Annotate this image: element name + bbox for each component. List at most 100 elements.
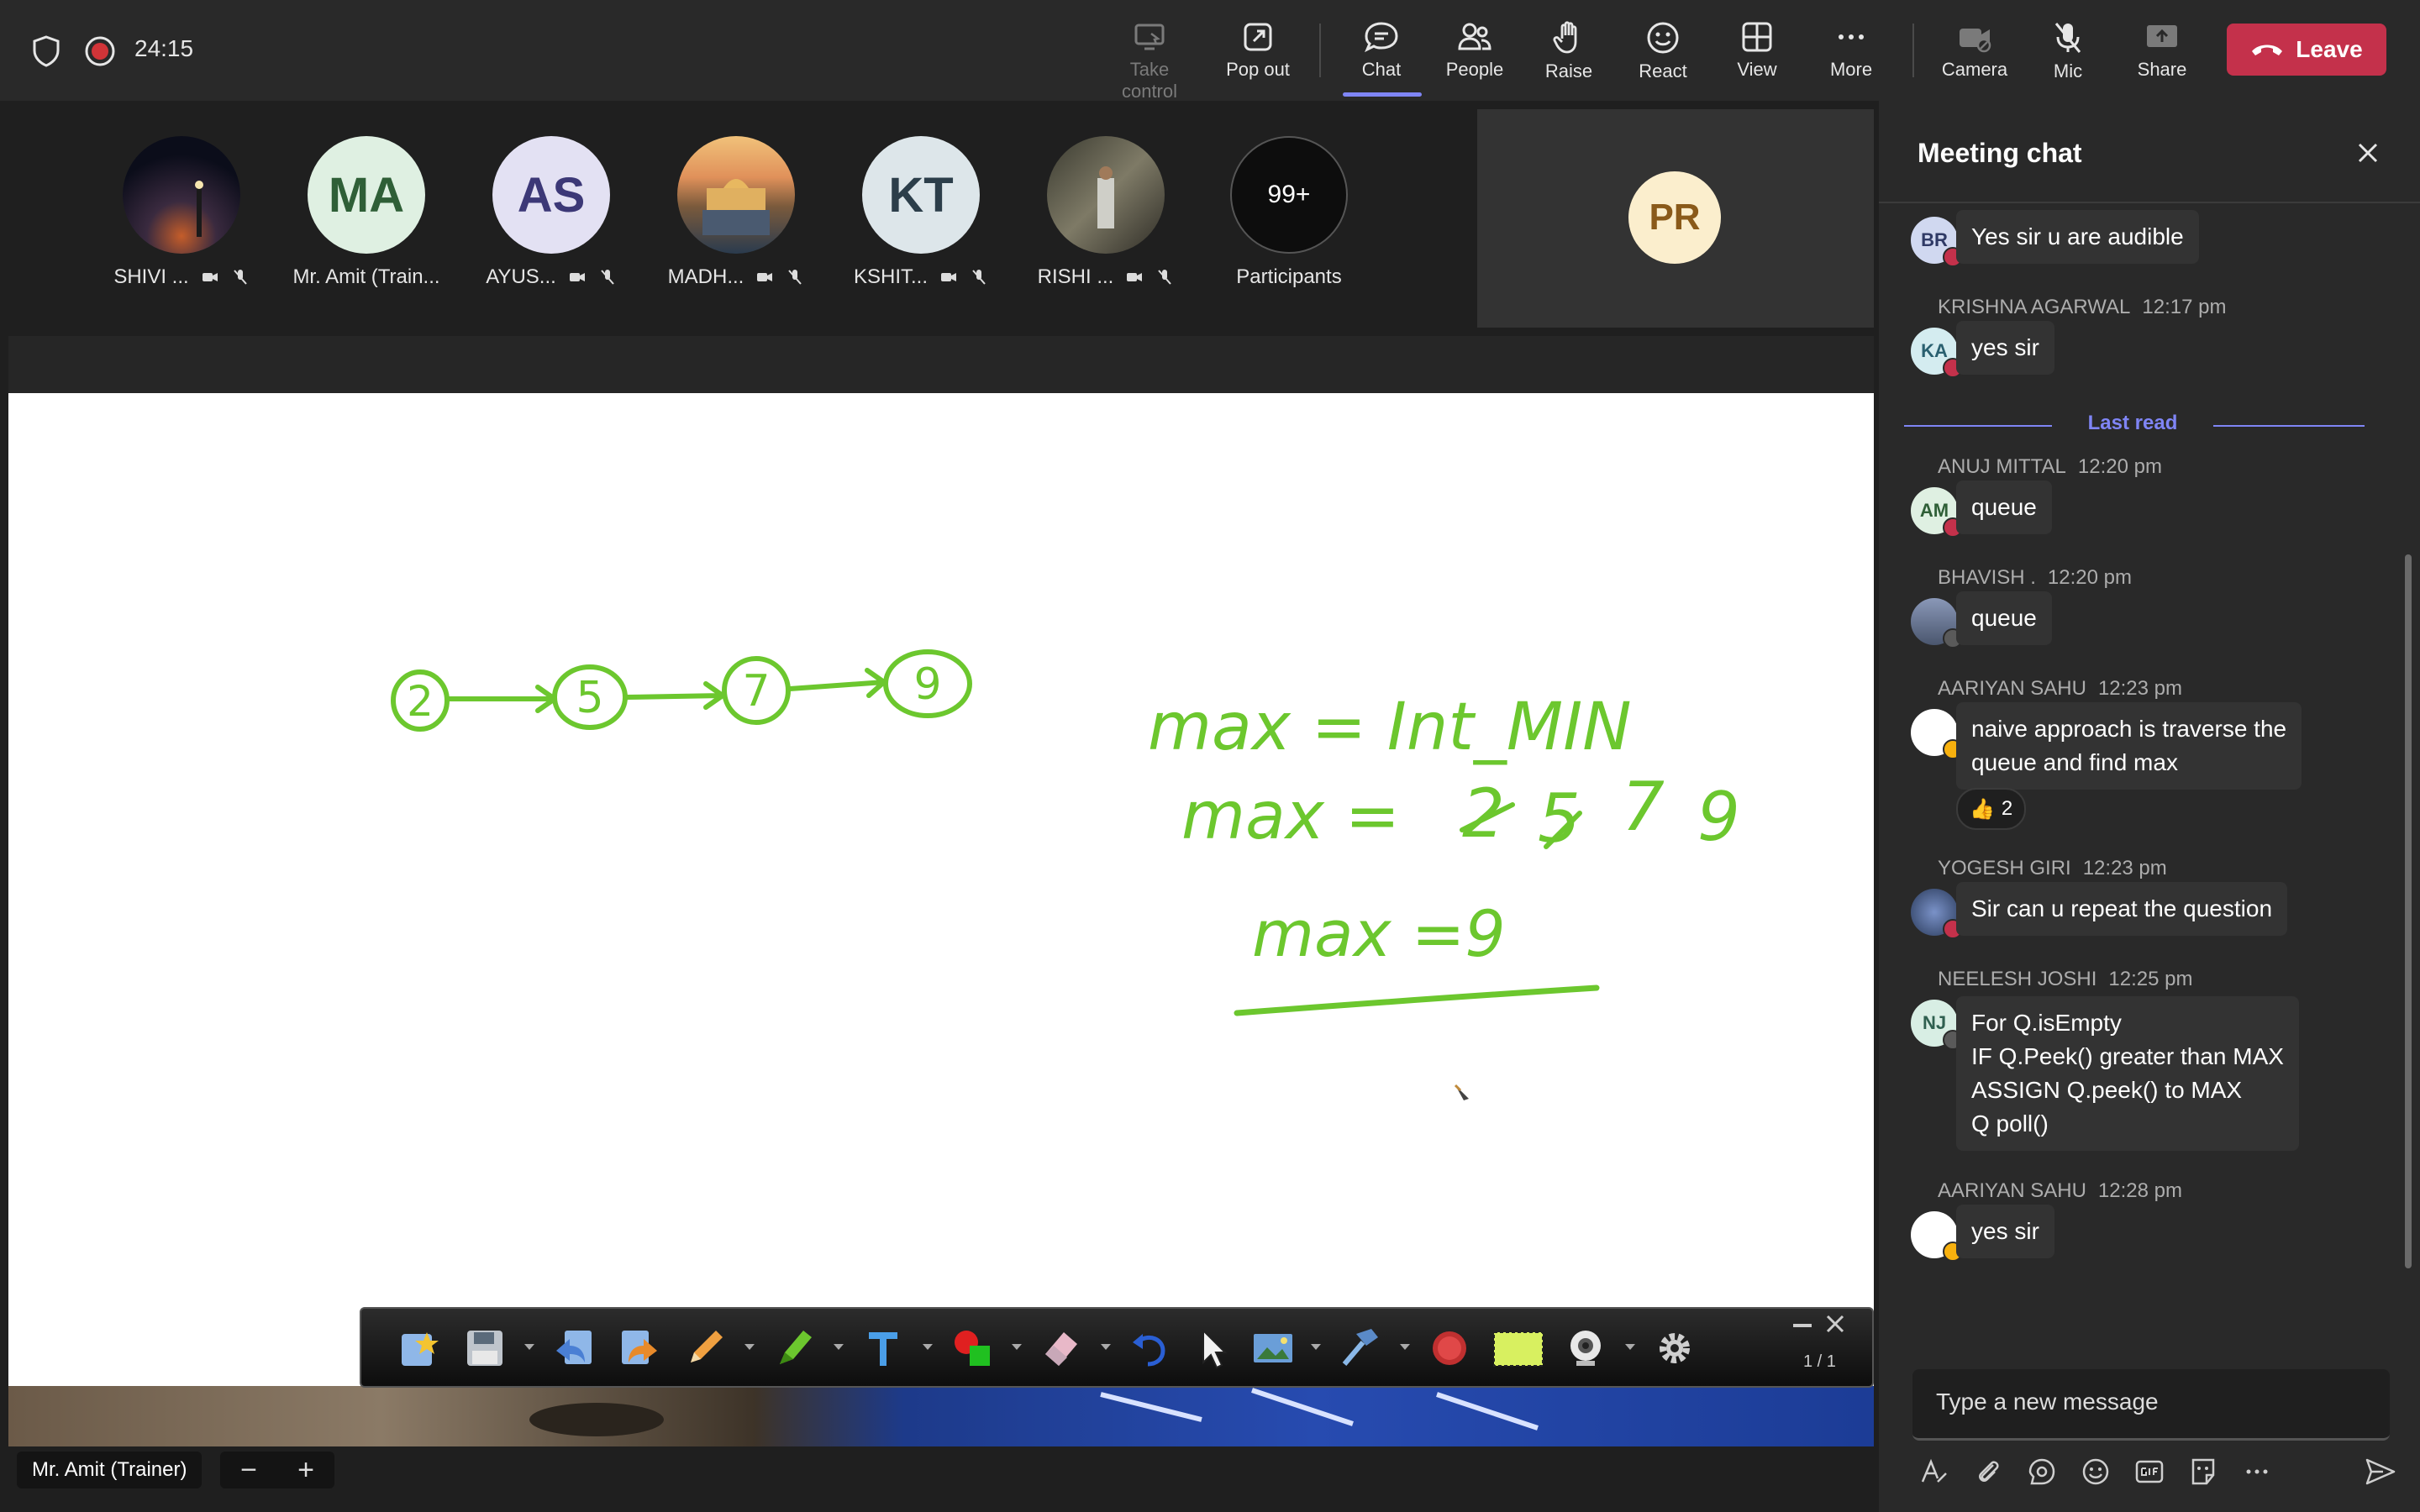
message-meta: YOGESH GIRI 12:23 pm [1938,857,2167,880]
chevron-down-icon[interactable] [923,1344,933,1350]
screenshot-icon[interactable] [1250,1326,1296,1371]
undo-icon[interactable] [1128,1326,1173,1371]
people-icon [1458,23,1491,50]
pop-out-label: Pop out [1226,59,1290,80]
separator-line [1904,425,2052,427]
message-bubble[interactable]: yes sir [1956,1205,2054,1258]
chevron-down-icon[interactable] [1101,1344,1111,1350]
more-icon[interactable] [2242,1457,2272,1487]
sticker-icon[interactable] [2188,1457,2218,1487]
mic-label: Mic [2053,60,2083,81]
format-icon[interactable] [1919,1457,1949,1487]
view-button[interactable]: View [1711,15,1803,91]
participant-tile[interactable]: MADH... [644,136,829,289]
camera-button[interactable]: Camera [1928,15,2021,91]
message-line: queue and find max [1971,749,2178,775]
message-bubble[interactable]: For Q.isEmpty IF Q.Peek() greater than M… [1956,996,2299,1151]
attach-icon[interactable] [1973,1457,2003,1487]
chevron-down-icon[interactable] [834,1344,844,1350]
participant-name: KSHIT... [853,265,929,288]
loop-icon[interactable] [2027,1457,2057,1487]
list-node-value: 2 [407,677,434,726]
sender-name: KRISHNA AGARWAL [1938,296,2131,318]
compose-box[interactable] [1912,1369,2390,1441]
reaction-badge[interactable]: 👍 2 [1956,788,2027,830]
eraser-icon[interactable] [1039,1326,1084,1371]
message-bubble[interactable]: queue [1956,591,2052,645]
color-picker-icon[interactable] [950,1326,995,1371]
settings-gear-icon[interactable] [1652,1326,1697,1371]
participant-tile[interactable]: RISHI ... [1013,136,1198,289]
react-label: React [1639,60,1687,81]
message-bubble[interactable]: Yes sir u are audible [1956,210,2199,264]
hammer-icon[interactable] [1338,1326,1383,1371]
message-input[interactable] [1934,1388,2375,1416]
close-icon[interactable] [2354,139,2381,166]
participant-tile[interactable]: KT KSHIT... [829,136,1013,289]
message-meta: KRISHNA AGARWAL 12:17 pm [1938,296,2226,319]
redo-page-icon[interactable] [617,1326,662,1371]
react-button[interactable]: React [1617,15,1709,91]
message-meta: BHAVISH . 12:20 pm [1938,566,2132,590]
chevron-down-icon[interactable] [524,1344,534,1350]
mic-button[interactable]: Mic [2022,15,2114,91]
chevron-down-icon[interactable] [1311,1344,1321,1350]
chevron-down-icon[interactable] [1400,1344,1410,1350]
participant-tile[interactable]: MA Mr. Amit (Train... [274,136,459,289]
chat-icon [1365,22,1398,53]
participant-name: MADH... [667,265,744,288]
highlighter-icon[interactable] [771,1326,817,1371]
pointer-icon[interactable] [1190,1326,1235,1371]
handwritten-value: 9 [1697,778,1740,856]
message-bubble[interactable]: Sir can u repeat the question [1956,882,2288,936]
mic-off-icon [2054,23,2081,53]
take-control-icon [1134,24,1165,50]
sender-name: AARIYAN SAHU [1938,1179,2086,1202]
share-button[interactable]: Share [2116,15,2208,91]
background-video-strip [8,1386,1874,1446]
text-tool-icon[interactable] [860,1326,906,1371]
message-bubble[interactable]: queue [1956,480,2052,534]
meeting-chat-panel: Meeting chat BR Yes sir u are audible KR… [1879,101,2420,1512]
gif-icon[interactable] [2134,1457,2165,1487]
close-icon[interactable] [1825,1314,1845,1338]
smile-icon [1647,22,1679,54]
record-icon[interactable] [1427,1326,1472,1371]
chevron-down-icon[interactable] [744,1344,755,1350]
participant-tile[interactable]: SHIVI ... [89,136,274,289]
minimize-icon[interactable] [1793,1324,1812,1327]
toolbar-divider [1912,24,1914,77]
arrow [446,685,557,713]
participant-tile[interactable]: AS AYUS... [459,136,644,289]
pop-out-button[interactable]: Pop out [1212,15,1304,91]
chat-button[interactable]: Chat [1335,15,1428,91]
camera-label: Camera [1941,59,2008,80]
participants-overflow-button[interactable]: 99+ Participants [1197,136,1381,289]
message-bubble[interactable]: naive approach is traverse the queue and… [1956,702,2302,790]
people-button[interactable]: People [1428,15,1521,91]
chevron-down-icon[interactable] [1012,1344,1022,1350]
undo-page-icon[interactable] [551,1326,597,1371]
recording-icon [84,35,116,71]
list-node-value: 7 [742,666,770,717]
message-bubble[interactable]: yes sir [1956,321,2054,375]
chat-scrollbar[interactable] [2405,554,2412,1268]
more-button[interactable]: More [1805,15,1897,91]
handwritten-value: 2 [1462,774,1505,853]
stage-header [8,336,1874,393]
raise-hand-button[interactable]: Raise [1523,15,1615,91]
chevron-down-icon[interactable] [1625,1344,1635,1350]
zoom-in-icon[interactable]: + [297,1454,314,1487]
send-icon[interactable] [2365,1457,2396,1487]
view-label: View [1737,59,1777,80]
pencil-icon[interactable] [682,1326,728,1371]
emoji-icon[interactable] [2081,1457,2111,1487]
grid-view-icon [1742,22,1772,52]
take-control-button[interactable]: Take control [1103,15,1196,102]
webcam-icon[interactable] [1563,1326,1608,1371]
leave-button[interactable]: Leave [2227,24,2386,76]
star-tool-icon[interactable] [397,1326,442,1371]
zoom-out-icon[interactable]: − [240,1454,257,1487]
highlight-area-icon[interactable] [1492,1326,1544,1371]
save-icon[interactable] [462,1326,508,1371]
